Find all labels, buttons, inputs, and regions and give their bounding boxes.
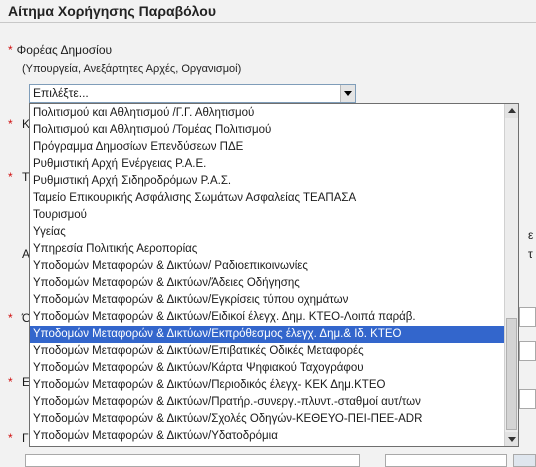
background-input-partial[interactable]	[519, 389, 536, 409]
dropdown-option[interactable]: Υπηρεσία Πολιτικής Αεροπορίας	[30, 241, 504, 258]
agency-label-text: Φορέας Δημοσίου	[16, 43, 113, 57]
agency-select[interactable]: Επιλέξτε...	[29, 84, 356, 103]
field-label-partial: ε	[528, 228, 534, 242]
dropdown-option[interactable]: Τουρισμού	[30, 207, 504, 224]
background-input-partial[interactable]	[25, 454, 360, 467]
dropdown-option[interactable]: Υποδομών Μεταφορών & Δικτύων/Άδειες Οδήγ…	[30, 275, 504, 292]
dropdown-option[interactable]: Υποδομών Μεταφορών & Δικτύων/ Ραδιοεπικο…	[30, 258, 504, 275]
dropdown-option[interactable]: Πρόγραμμα Δημοσίων Επενδύσεων ΠΔΕ	[30, 139, 504, 156]
chevron-down-icon[interactable]	[340, 85, 355, 102]
calendar-icon[interactable]	[513, 454, 536, 467]
background-input-partial[interactable]	[519, 307, 536, 327]
agency-field-hint: (Υπουργεία, Ανεξάρτητες Αρχές, Οργανισμο…	[22, 63, 242, 75]
agency-field-label: * Φορέας Δημοσίου	[8, 43, 112, 57]
dropdown-option[interactable]: Υποδομών Μεταφορών & Δικτύων/Ειδικοί έλε…	[30, 309, 504, 326]
required-marker: *	[8, 431, 13, 445]
required-marker: *	[8, 43, 13, 57]
dropdown-option[interactable]: Υποδομών Μεταφορών & Δικτύων/Επιβατικές …	[30, 343, 504, 360]
agency-select-value: Επιλέξτε...	[33, 86, 89, 100]
required-marker: *	[8, 311, 13, 325]
field-label-partial: τ	[528, 247, 533, 261]
dropdown-option[interactable]: Υποδομών Μεταφορών & Δικτύων/Εγκρίσεις τ…	[30, 292, 504, 309]
page-title: Αίτημα Χορήγησης Παραβόλου	[8, 3, 216, 19]
agency-dropdown-list[interactable]: Πολιτισμού και Αθλητισμού /Γ.Γ. Αθλητισμ…	[29, 103, 519, 447]
dropdown-option[interactable]: Υποδομών Μεταφορών & Δικτύων/Κάρτα Ψηφια…	[30, 360, 504, 377]
dropdown-option[interactable]: Υποδομών Μεταφορών & Δικτύων/Περιοδικός …	[30, 377, 504, 394]
dropdown-option[interactable]: Ρυθμιστική Αρχή Ενέργειας Ρ.Α.Ε.	[30, 156, 504, 173]
scroll-down-icon[interactable]	[505, 432, 518, 446]
dropdown-option[interactable]: Υποδομών Μεταφορών & Δικτύων/Πρατήρ.-συν…	[30, 394, 504, 411]
dropdown-option[interactable]: Υποδομών Μεταφορών & Δικτύων/Σχολές Οδηγ…	[30, 411, 504, 428]
background-input-partial[interactable]	[385, 454, 507, 467]
required-marker: *	[8, 375, 13, 389]
dropdown-option[interactable]: Πολιτισμού και Αθλητισμού /Γ.Γ. Αθλητισμ…	[30, 105, 504, 122]
title-divider	[0, 22, 536, 23]
field-label-partial: Γ	[22, 431, 29, 445]
dropdown-option[interactable]: Ρυθμιστική Αρχή Σιδηροδρόμων Ρ.Α.Σ.	[30, 173, 504, 190]
dropdown-option[interactable]: Υγείας	[30, 224, 504, 241]
dropdown-option[interactable]: Ταμείο Επικουρικής Ασφάλισης Σωμάτων Ασφ…	[30, 190, 504, 207]
required-marker: *	[8, 170, 13, 184]
dropdown-option[interactable]: Υποδομών Μεταφορών & Δικτύων/Εκπρόθεσμος…	[30, 326, 504, 343]
background-input-partial[interactable]	[519, 341, 536, 361]
scroll-up-icon[interactable]	[505, 104, 518, 118]
dropdown-option[interactable]: Υποδομών Μεταφορών & Δικτύων/Υδατοδρόμια	[30, 428, 504, 445]
scrollbar-thumb[interactable]	[506, 318, 517, 430]
dropdown-option[interactable]: Πολιτισμού και Αθλητισμού /Τομέας Πολιτι…	[30, 122, 504, 139]
dropdown-scrollbar[interactable]	[504, 104, 518, 446]
required-marker: *	[8, 117, 13, 131]
